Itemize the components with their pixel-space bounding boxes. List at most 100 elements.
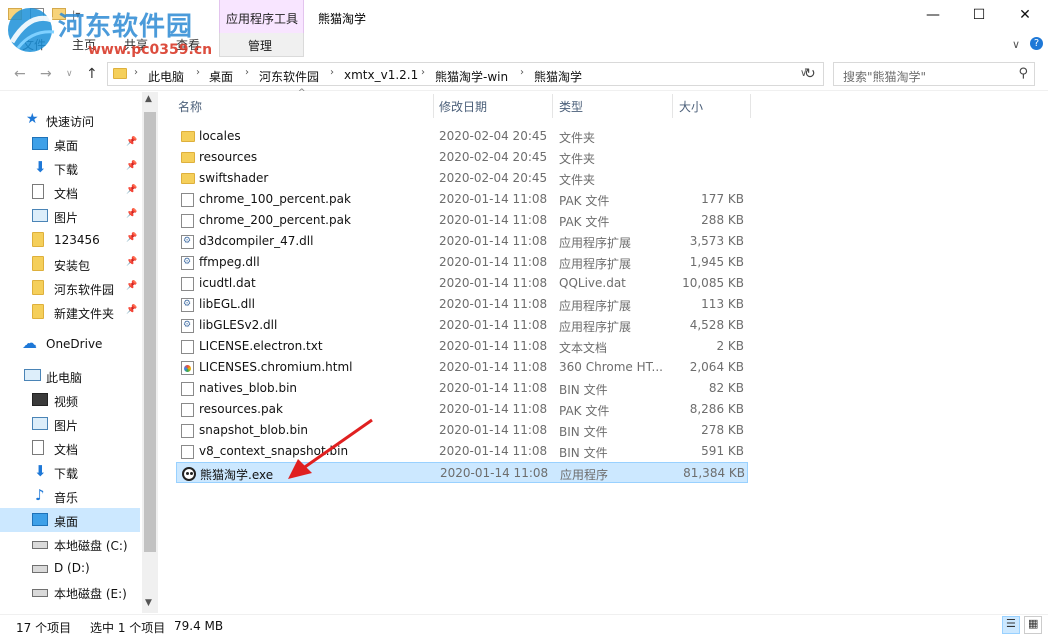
scroll-down-icon[interactable]: ▼ xyxy=(145,598,152,608)
chevron-right-icon[interactable]: › xyxy=(520,67,524,78)
file-row[interactable]: chrome_200_percent.pak 2020-01-14 11:08 PA… xyxy=(176,210,748,231)
nav-item-folder[interactable]: 123456 📌 xyxy=(0,228,140,252)
tab-view[interactable]: 查看 xyxy=(176,36,200,53)
help-icon[interactable]: ? xyxy=(1030,37,1043,50)
pin-icon[interactable]: 📌 xyxy=(126,257,137,267)
file-row[interactable]: resources 2020-02-04 20:45 文件夹 xyxy=(176,147,748,168)
tab-file[interactable]: 文件 xyxy=(22,36,46,53)
nav-scrollbar[interactable]: ▲ ▼ xyxy=(142,92,158,613)
quick-access-dropdown-icon[interactable]: |▾ xyxy=(72,10,80,21)
file-row[interactable]: 熊猫淘学.exe 2020-01-14 11:08 应用程序 81,384 KB xyxy=(176,462,748,483)
nav-item-documents[interactable]: 文档 📌 xyxy=(0,180,140,204)
nav-label: OneDrive xyxy=(46,337,103,351)
nav-item-folder[interactable]: 河东软件园 📌 xyxy=(0,276,140,300)
pin-icon[interactable]: 📌 xyxy=(126,161,137,171)
pin-icon[interactable]: 📌 xyxy=(126,185,137,195)
breadcrumb-item[interactable]: 桌面 xyxy=(209,68,233,85)
breadcrumb-item[interactable]: 熊猫淘学-win xyxy=(435,68,508,85)
expand-ribbon-icon[interactable]: ∨ xyxy=(1012,38,1020,51)
file-row[interactable]: resources.pak 2020-01-14 11:08 PAK 文件 8,286… xyxy=(176,399,748,420)
maximize-button[interactable]: ☐ xyxy=(956,0,1002,30)
file-row[interactable]: locales 2020-02-04 20:45 文件夹 xyxy=(176,126,748,147)
file-row[interactable]: libEGL.dll 2020-01-14 11:08 应用程序扩展 113 KB xyxy=(176,294,748,315)
nav-item-desktop[interactable]: 桌面 xyxy=(0,508,140,532)
chevron-right-icon[interactable]: › xyxy=(134,67,138,78)
breadcrumb-item[interactable]: 河东软件园 xyxy=(259,68,319,85)
nav-item-downloads[interactable]: ⬇ 下载 📌 xyxy=(0,156,140,180)
scroll-thumb[interactable] xyxy=(144,112,156,552)
nav-label: 安装包 xyxy=(54,259,91,273)
pin-icon[interactable]: 📌 xyxy=(126,305,137,315)
nav-item-desktop[interactable]: 桌面 📌 xyxy=(0,132,140,156)
nav-item-documents[interactable]: 文档 xyxy=(0,436,140,460)
nav-item-drive-d[interactable]: D (D:) xyxy=(0,556,140,580)
file-row[interactable]: icudtl.dat 2020-01-14 11:08 QQLive.dat 10,0… xyxy=(176,273,748,294)
nav-item-pictures[interactable]: 图片 xyxy=(0,412,140,436)
file-row[interactable]: LICENSE.electron.txt 2020-01-14 11:08 文本文档… xyxy=(176,336,748,357)
column-header-type[interactable]: 类型 xyxy=(559,98,583,115)
pin-icon[interactable]: 📌 xyxy=(126,137,137,147)
file-row[interactable]: snapshot_blob.bin 2020-01-14 11:08 BIN 文件 2… xyxy=(176,420,748,441)
tab-manage[interactable]: 管理 xyxy=(219,33,304,57)
nav-quick-access[interactable]: ★ 快速访问 xyxy=(0,108,140,132)
pin-icon[interactable]: 📌 xyxy=(126,233,137,243)
column-divider[interactable] xyxy=(672,94,673,118)
minimize-button[interactable]: — xyxy=(910,0,956,30)
breadcrumb-item[interactable]: 此电脑 xyxy=(148,68,184,85)
refresh-icon[interactable]: ↻ xyxy=(804,66,816,82)
file-row[interactable]: ffmpeg.dll 2020-01-14 11:08 应用程序扩展 1,945 KB xyxy=(176,252,748,273)
large-icons-view-button[interactable]: ▦ xyxy=(1024,616,1042,634)
pin-icon[interactable]: 📌 xyxy=(126,209,137,219)
nav-this-pc[interactable]: 此电脑 xyxy=(0,364,140,388)
column-divider[interactable] xyxy=(750,94,751,118)
search-input[interactable]: 搜索"熊猫淘学" ⚲ xyxy=(833,62,1035,86)
breadcrumb-item[interactable]: 熊猫淘学 xyxy=(534,68,582,85)
search-icon[interactable]: ⚲ xyxy=(1018,66,1028,81)
chevron-right-icon[interactable]: › xyxy=(421,67,425,78)
file-row[interactable]: LICENSES.chromium.html 2020-01-14 11:08 36… xyxy=(176,357,748,378)
chevron-right-icon[interactable]: › xyxy=(245,67,249,78)
address-bar[interactable]: › 此电脑 › 桌面 › 河东软件园 › xmtx_v1.2.1 › 熊猫淘学-… xyxy=(107,62,824,86)
new-folder-icon[interactable] xyxy=(52,8,66,20)
file-name: chrome_100_percent.pak xyxy=(199,192,351,206)
file-row[interactable]: d3dcompiler_47.dll 2020-01-14 11:08 应用程序扩展… xyxy=(176,231,748,252)
details-view-button[interactable]: ☰ xyxy=(1002,616,1020,634)
nav-label: 文档 xyxy=(54,187,79,201)
nav-item-pictures[interactable]: 图片 📌 xyxy=(0,204,140,228)
back-arrow-icon[interactable]: ← xyxy=(14,66,26,82)
nav-item-drive-e[interactable]: 本地磁盘 (E:) xyxy=(0,580,140,604)
chevron-right-icon[interactable]: › xyxy=(196,67,200,78)
tab-share[interactable]: 共享 xyxy=(124,36,148,53)
column-header-size[interactable]: 大小 xyxy=(679,98,703,115)
file-row[interactable]: natives_blob.bin 2020-01-14 11:08 BIN 文件 82… xyxy=(176,378,748,399)
column-divider[interactable] xyxy=(433,94,434,118)
column-divider[interactable] xyxy=(552,94,553,118)
close-button[interactable]: ✕ xyxy=(1002,0,1048,30)
column-header-name[interactable]: 名称 xyxy=(178,98,202,115)
nav-onedrive[interactable]: ☁ OneDrive xyxy=(0,332,140,356)
nav-item-drive-c[interactable]: 本地磁盘 (C:) xyxy=(0,532,140,556)
scroll-up-icon[interactable]: ▲ xyxy=(145,94,152,104)
properties-icon[interactable] xyxy=(30,8,44,20)
forward-arrow-icon[interactable]: → xyxy=(40,66,52,82)
nav-item-videos[interactable]: 视频 xyxy=(0,388,140,412)
nav-item-downloads[interactable]: ⬇ 下载 xyxy=(0,460,140,484)
file-row[interactable]: libGLESv2.dll 2020-01-14 11:08 应用程序扩展 4,528… xyxy=(176,315,748,336)
pin-icon[interactable]: 📌 xyxy=(126,281,137,291)
computer-icon xyxy=(24,369,41,381)
nav-item-music[interactable]: ♪ 音乐 xyxy=(0,484,140,508)
column-header-date[interactable]: 修改日期 xyxy=(439,98,487,115)
nav-item-folder[interactable]: 新建文件夹 📌 xyxy=(0,300,140,324)
file-row[interactable]: v8_context_snapshot.bin 2020-01-14 11:08 B… xyxy=(176,441,748,462)
file-size: 177 KB xyxy=(701,192,744,206)
nav-item-folder[interactable]: 安装包 📌 xyxy=(0,252,140,276)
tab-home[interactable]: 主页 xyxy=(72,36,96,53)
up-arrow-icon[interactable]: ↑ xyxy=(86,66,98,82)
file-row[interactable]: swiftshader 2020-02-04 20:45 文件夹 xyxy=(176,168,748,189)
file-row[interactable]: chrome_100_percent.pak 2020-01-14 11:08 PA… xyxy=(176,189,748,210)
nav-label: 视频 xyxy=(54,395,79,409)
breadcrumb-item[interactable]: xmtx_v1.2.1 xyxy=(344,68,418,82)
file-name: ffmpeg.dll xyxy=(199,255,260,269)
chevron-right-icon[interactable]: › xyxy=(330,67,334,78)
recent-locations-icon[interactable]: ∨ xyxy=(66,69,73,79)
